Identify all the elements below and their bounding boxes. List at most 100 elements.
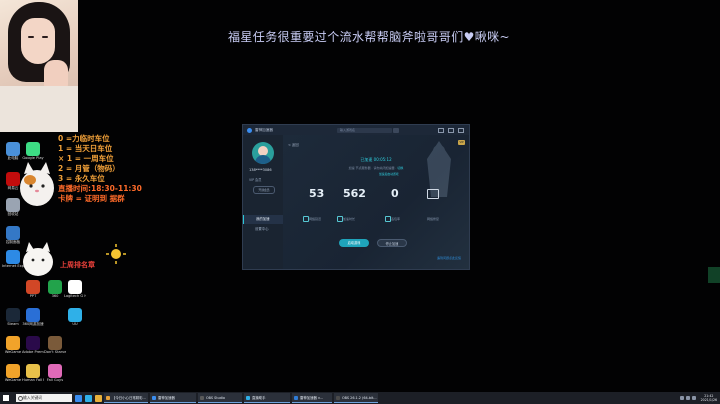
schedule-line: × 1 = 一周车位 bbox=[58, 154, 114, 163]
task-view-icon[interactable] bbox=[75, 394, 82, 402]
desktop: 福星任务很重要过个流水帮帮脑斧啦哥哥们♥啾咪~ 此电脑 Google Play 网易… bbox=[0, 0, 720, 392]
desktop-icon[interactable]: Adobe Premiere bbox=[22, 336, 44, 354]
sidebar-item-my-accel[interactable]: 我的加速 bbox=[243, 215, 283, 224]
close-icon[interactable] bbox=[458, 127, 464, 133]
feedback-link[interactable]: 遇到问题点此反馈 bbox=[437, 256, 461, 260]
accelerator-app-window[interactable]: 雷神加速器 输入游戏名 138****3086 VIP 会员 开通会员 我的加速… bbox=[242, 124, 470, 270]
app-icon bbox=[6, 226, 20, 240]
avatar-body bbox=[255, 155, 271, 164]
app-sidebar: 138****3086 VIP 会员 开通会员 我的加速 设置中心 bbox=[243, 135, 283, 269]
app-search-input[interactable]: 输入游戏名 bbox=[336, 127, 392, 133]
desktop-icon[interactable]: Fall Guys bbox=[44, 364, 66, 382]
taskbar-task[interactable]: 雷神加速器 v... bbox=[292, 393, 332, 403]
accel-status: 已加速 00:05:12 bbox=[360, 157, 392, 162]
app-logo-icon bbox=[247, 127, 252, 133]
sidebar-item-settings[interactable]: 设置中心 bbox=[243, 225, 283, 234]
stop-accel-button[interactable]: 停止加速 bbox=[377, 239, 407, 247]
tray-network-icon[interactable] bbox=[679, 396, 684, 400]
desktop-icon[interactable]: UU bbox=[64, 308, 86, 326]
desktop-icon[interactable]: 360 bbox=[44, 280, 66, 298]
taskbar-task[interactable]: OBS 26.1.2 (64-bit... bbox=[334, 393, 378, 403]
stat-block: 0 丢包率 bbox=[385, 187, 427, 227]
desktop-icon[interactable]: Human Fall Flat bbox=[22, 364, 44, 382]
cat-sticker-2 bbox=[23, 242, 53, 276]
back-link[interactable]: < 返回 bbox=[288, 142, 299, 147]
desktop-icon[interactable]: Google Play bbox=[22, 142, 44, 160]
stream-banner: 福星任务很重要过个流水帮帮脑斧啦哥哥们♥啾咪~ bbox=[228, 30, 511, 44]
desktop-icon-label: Human Fall Flat bbox=[22, 378, 44, 382]
app-icon bbox=[68, 308, 82, 322]
desktop-icon[interactable]: 此电脑 bbox=[2, 142, 24, 160]
switch-node-link[interactable]: 切换 bbox=[397, 166, 403, 170]
vip-button[interactable]: 开通会员 bbox=[253, 186, 275, 194]
schedule-line: 2 = 月管（物码） bbox=[58, 164, 120, 173]
desktop-icon-label: 回收站 bbox=[7, 212, 19, 216]
taskbar-task[interactable]: OBS Studio bbox=[198, 393, 242, 403]
taskbar: 输入关键词 【今日小心日常精彩... 雷神加速器 OBS Studio 直播助手 雷神加… bbox=[0, 392, 720, 404]
cat-sticker bbox=[20, 162, 54, 206]
windows-logo-icon bbox=[2, 394, 10, 402]
schedule-line: 直播时间:18:30-11:30 bbox=[58, 184, 142, 193]
schedule-line: 3 = 永久车位 bbox=[58, 174, 105, 183]
app-title: 雷神加速器 bbox=[255, 127, 273, 132]
desktop-icon-label: PPT bbox=[29, 294, 37, 298]
app-icon bbox=[6, 308, 20, 322]
app-titlebar[interactable]: 雷神加速器 输入游戏名 bbox=[243, 125, 469, 135]
username: 138****3086 bbox=[249, 168, 272, 172]
network-repair-label[interactable]: 网络修复 bbox=[427, 217, 439, 221]
side-widget bbox=[708, 267, 720, 283]
app-icon bbox=[68, 280, 82, 294]
taskbar-task[interactable]: 雷神加速器 bbox=[150, 393, 196, 403]
app-icon bbox=[26, 336, 40, 350]
avatar[interactable] bbox=[252, 142, 274, 164]
network-repair-icon[interactable] bbox=[427, 189, 439, 199]
app-search-button[interactable] bbox=[392, 127, 399, 133]
desktop-icon[interactable]: WeGame bbox=[2, 364, 24, 382]
taskbar-task[interactable]: 【今日小心日常精彩... bbox=[104, 393, 148, 403]
desktop-icon[interactable]: 360网游加速 bbox=[22, 308, 44, 326]
accel-notice: 加速后启动游戏 bbox=[379, 172, 399, 176]
stat-label: 丢包率 bbox=[391, 217, 401, 221]
edge-icon[interactable] bbox=[85, 394, 92, 402]
start-game-button[interactable]: 启动游戏 bbox=[339, 239, 369, 247]
clock[interactable]: 21:42 2021/1/26 bbox=[701, 394, 717, 402]
schedule-line: 1 = 当天日车位 bbox=[58, 144, 113, 153]
desktop-icon-label: Adobe Premiere bbox=[22, 350, 44, 354]
taskbar-tasks: 【今日小心日常精彩... 雷神加速器 OBS Studio 直播助手 雷神加速器 v..… bbox=[102, 393, 378, 403]
desktop-icon[interactable]: Steam bbox=[2, 308, 24, 326]
stat-value: 53 bbox=[309, 187, 325, 200]
minimize-icon[interactable] bbox=[438, 127, 444, 133]
app-icon bbox=[26, 308, 40, 322]
desktop-icon-label: UU bbox=[72, 322, 78, 326]
app-icon bbox=[6, 336, 20, 350]
desktop-icon[interactable]: Don't Starve Together bbox=[44, 336, 66, 354]
maximize-icon[interactable] bbox=[448, 127, 454, 133]
tray-volume-icon[interactable] bbox=[685, 396, 690, 400]
corner-badge[interactable]: VIP bbox=[458, 140, 465, 145]
webcam-eye-left bbox=[28, 36, 34, 38]
app-icon bbox=[6, 364, 20, 378]
clock-date: 2021/1/26 bbox=[700, 398, 717, 402]
taskbar-task[interactable]: 直播助手 bbox=[244, 393, 290, 403]
app-icon bbox=[6, 250, 20, 264]
desktop-icon-label: WeGame bbox=[4, 378, 22, 382]
start-button[interactable] bbox=[0, 392, 12, 404]
desktop-icon-label: 360网游加速 bbox=[22, 322, 44, 326]
tray-ime-icon[interactable] bbox=[691, 396, 696, 400]
file-explorer-icon[interactable] bbox=[95, 394, 102, 402]
app-icon bbox=[48, 280, 62, 294]
app-icon bbox=[26, 280, 40, 294]
vip-status: VIP 会员 bbox=[249, 178, 262, 182]
desktop-icon[interactable]: PPT bbox=[22, 280, 44, 298]
desktop-icon[interactable]: WeGame bbox=[2, 336, 24, 354]
stat-block: 562 加速时长 bbox=[337, 187, 379, 227]
taskbar-search-input[interactable]: 输入关键词 bbox=[16, 394, 72, 402]
sun-badge-label: 上周排名章 bbox=[60, 261, 95, 269]
desktop-icon[interactable]: Logitech G HUB bbox=[64, 280, 86, 298]
app-icon bbox=[26, 142, 40, 156]
window-controls bbox=[438, 127, 464, 133]
app-icon bbox=[6, 142, 20, 156]
schedule-line: 0 =力临时车位 bbox=[58, 134, 110, 143]
desktop-icon-label: 360 bbox=[51, 294, 59, 298]
app-main-panel: < 返回 VIP 已加速 00:05:12 加速 节点服务器 · 请勿关闭加速器… bbox=[283, 135, 469, 269]
